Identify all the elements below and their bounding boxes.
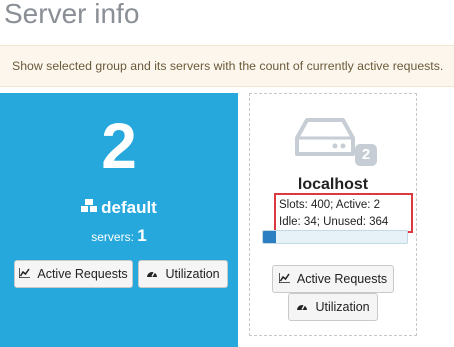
server-card: 2 localhost Slots: 400; Active: 2 Idle: … <box>249 93 417 336</box>
info-text: Show selected group and its servers with… <box>12 59 444 73</box>
dashboard-icon <box>146 269 161 281</box>
group-active-requests-button[interactable]: Active Requests <box>14 260 133 288</box>
utilization-label: Utilization <box>165 267 220 281</box>
server-stats-line1: Slots: 400; Active: 2 <box>279 199 381 211</box>
server-stats-line2: Idle: 34; Unused: 364 <box>279 216 389 228</box>
group-panel: 2 default servers: 1 Active Requests Uti… <box>0 93 238 347</box>
servers-label: servers: <box>91 230 134 244</box>
page-title: Server info <box>4 0 140 29</box>
active-requests-label: Active Requests <box>37 267 128 281</box>
servers-count: 1 <box>137 226 147 245</box>
dashboard-icon <box>296 302 311 314</box>
server-stats: Slots: 400; Active: 2 Idle: 34; Unused: … <box>274 193 413 233</box>
cubes-icon <box>81 199 98 217</box>
group-utilization-button[interactable]: Utilization <box>138 260 228 288</box>
server-progress-fill <box>263 231 276 243</box>
line-chart-icon <box>18 268 33 281</box>
group-servers: servers: 1 <box>0 226 238 246</box>
group-name-row: default <box>0 198 238 218</box>
group-active-count: 2 <box>101 110 137 182</box>
utilization-label: Utilization <box>315 300 370 314</box>
info-alert: Show selected group and its servers with… <box>0 45 454 87</box>
server-active-requests-button[interactable]: Active Requests <box>272 265 394 293</box>
group-name: default <box>101 198 157 217</box>
line-chart-icon <box>278 273 293 286</box>
server-name: localhost <box>297 176 369 193</box>
hdd-icon <box>295 118 355 156</box>
active-requests-label: Active Requests <box>296 272 388 286</box>
server-badge: 2 <box>355 144 377 166</box>
server-progress-bar <box>262 230 408 244</box>
server-utilization-button[interactable]: Utilization <box>288 293 378 321</box>
